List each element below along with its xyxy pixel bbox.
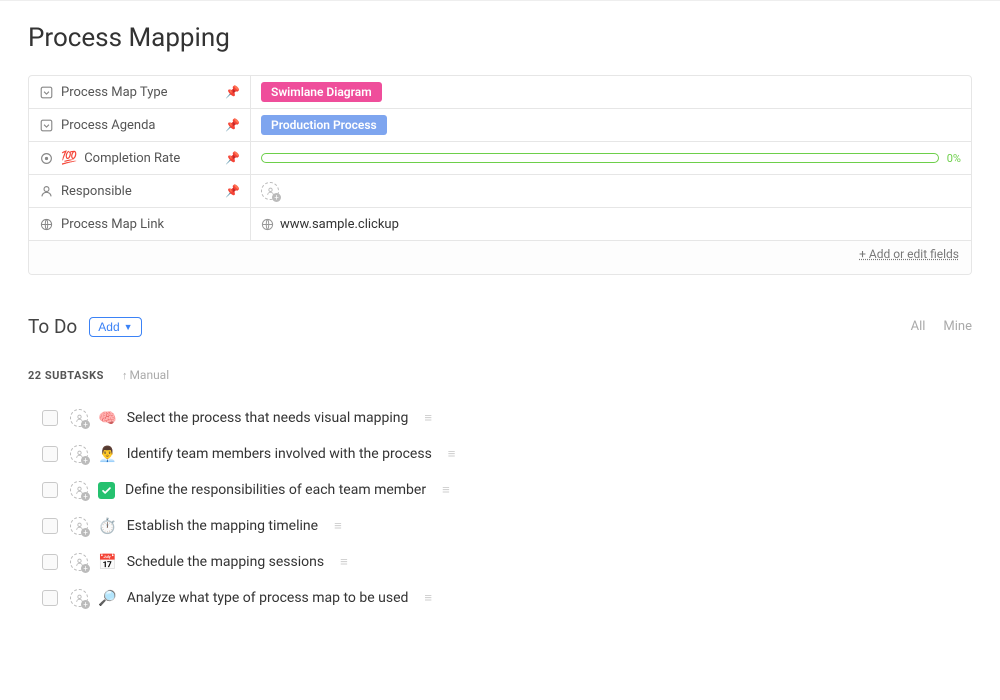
sort-button[interactable]: ↑Manual <box>122 368 169 382</box>
task-emoji: 👨‍💼 <box>98 445 117 463</box>
assign-user-icon[interactable]: + <box>70 481 88 499</box>
task-checkbox[interactable] <box>42 446 58 462</box>
dropdown-icon <box>39 119 54 132</box>
task-title[interactable]: Define the responsibilities of each team… <box>125 482 426 498</box>
task-title[interactable]: Select the process that needs visual map… <box>127 410 409 426</box>
pin-icon[interactable]: 📌 <box>225 85 240 99</box>
tag-production[interactable]: Production Process <box>261 115 387 135</box>
field-label[interactable]: Process Agenda 📌 <box>29 109 251 141</box>
task-row: + Define the responsibilities of each tea… <box>42 472 972 508</box>
todo-filters: All Mine <box>911 319 972 334</box>
filter-mine[interactable]: Mine <box>943 319 972 334</box>
pin-icon[interactable]: 📌 <box>225 184 240 198</box>
task-title[interactable]: Analyze what type of process map to be u… <box>127 590 409 606</box>
drag-handle-icon[interactable]: ≡ <box>424 590 432 606</box>
fields-footer: + Add or edit fields <box>29 241 971 274</box>
field-label[interactable]: Process Map Link <box>29 208 251 240</box>
field-value[interactable]: www.sample.clickup <box>251 208 971 240</box>
field-label-text: Process Agenda <box>61 118 156 133</box>
field-label-text: Responsible <box>61 184 132 199</box>
assign-user-icon[interactable]: + <box>70 553 88 571</box>
task-checkbox[interactable] <box>42 410 58 426</box>
progress-percent: 0% <box>947 152 961 165</box>
task-title[interactable]: Schedule the mapping sessions <box>127 554 324 570</box>
field-row-process-map-link: Process Map Link www.sample.clickup <box>29 208 971 241</box>
task-title[interactable]: Identify team members involved with the … <box>127 446 432 462</box>
add-button[interactable]: Add ▼ <box>89 317 141 337</box>
task-checkbox[interactable] <box>42 590 58 606</box>
field-value[interactable]: + <box>251 175 971 207</box>
assign-user-icon[interactable]: + <box>70 517 88 535</box>
drag-handle-icon[interactable]: ≡ <box>424 410 432 426</box>
assign-user-icon[interactable]: + <box>70 589 88 607</box>
subtasks-count: 22 SUBTASKS <box>28 369 104 382</box>
tag-swimlane[interactable]: Swimlane Diagram <box>261 82 382 102</box>
task-list: + 🧠 Select the process that needs visual m… <box>42 400 972 616</box>
task-row: + 👨‍💼 Identify team members involved with … <box>42 436 972 472</box>
field-row-responsible: Responsible 📌 + <box>29 175 971 208</box>
field-value[interactable]: Swimlane Diagram <box>251 76 971 108</box>
pin-icon[interactable]: 📌 <box>225 118 240 132</box>
chevron-down-icon: ▼ <box>124 322 133 332</box>
add-or-edit-fields-link[interactable]: + Add or edit fields <box>859 247 959 268</box>
todo-title: To Do <box>28 315 77 338</box>
task-row: + ⏱️ Establish the mapping timeline ≡ <box>42 508 972 544</box>
add-button-label: Add <box>98 320 119 334</box>
field-value[interactable]: 0% <box>251 142 971 174</box>
dropdown-icon <box>39 86 54 99</box>
subtasks-bar: 22 SUBTASKS ↑Manual <box>28 368 972 382</box>
pin-icon[interactable]: 📌 <box>225 151 240 165</box>
filter-all[interactable]: All <box>911 319 926 334</box>
progress-bar[interactable] <box>261 153 939 163</box>
task-checkbox[interactable] <box>42 482 58 498</box>
task-emoji: ⏱️ <box>98 517 117 535</box>
field-label-text: Process Map Type <box>61 85 168 100</box>
field-row-completion-rate: 💯 Completion Rate 📌 0% <box>29 142 971 175</box>
task-row: + 📅 Schedule the mapping sessions ≡ <box>42 544 972 580</box>
drag-handle-icon[interactable]: ≡ <box>340 554 348 570</box>
field-label[interactable]: 💯 Completion Rate 📌 <box>29 142 251 174</box>
person-icon <box>39 185 54 198</box>
drag-handle-icon[interactable]: ≡ <box>442 482 450 498</box>
sort-label: Manual <box>129 368 169 382</box>
task-emoji: 🔎 <box>98 589 117 607</box>
task-row: + 🔎 Analyze what type of process map to be… <box>42 580 972 616</box>
field-label-text: Completion Rate <box>84 151 180 166</box>
task-emoji: 🧠 <box>98 409 117 427</box>
globe-icon <box>39 218 54 231</box>
task-title[interactable]: Establish the mapping timeline <box>127 518 318 534</box>
hundred-emoji: 💯 <box>61 151 77 166</box>
field-label[interactable]: Process Map Type 📌 <box>29 76 251 108</box>
task-checkbox[interactable] <box>42 518 58 534</box>
link-text[interactable]: www.sample.clickup <box>280 217 399 232</box>
progress-icon <box>39 152 54 165</box>
task-emoji <box>98 482 115 499</box>
assign-user-icon[interactable]: + <box>70 445 88 463</box>
field-row-process-map-type: Process Map Type 📌 Swimlane Diagram <box>29 76 971 109</box>
drag-handle-icon[interactable]: ≡ <box>334 518 342 534</box>
page-title: Process Mapping <box>28 23 972 53</box>
globe-icon <box>261 218 274 231</box>
assign-user-icon[interactable]: + <box>70 409 88 427</box>
fields-panel: Process Map Type 📌 Swimlane Diagram Proc… <box>28 75 972 275</box>
drag-handle-icon[interactable]: ≡ <box>448 446 456 462</box>
assign-user-icon[interactable]: + <box>261 182 279 200</box>
task-row: + 🧠 Select the process that needs visual m… <box>42 400 972 436</box>
task-checkbox[interactable] <box>42 554 58 570</box>
task-emoji: 📅 <box>98 553 117 571</box>
field-row-process-agenda: Process Agenda 📌 Production Process <box>29 109 971 142</box>
arrow-up-icon: ↑ <box>122 369 128 382</box>
field-label-text: Process Map Link <box>61 217 164 232</box>
todo-header: To Do Add ▼ All Mine <box>28 315 972 338</box>
field-label[interactable]: Responsible 📌 <box>29 175 251 207</box>
field-value[interactable]: Production Process <box>251 109 971 141</box>
